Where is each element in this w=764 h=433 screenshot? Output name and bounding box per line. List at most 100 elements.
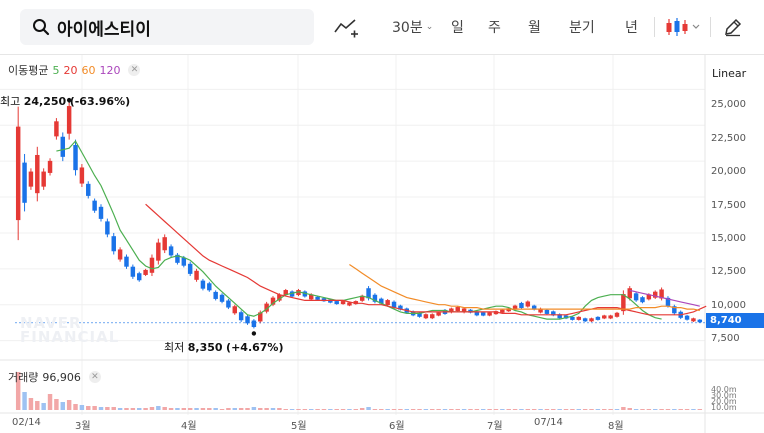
chart-toolbar: 30분 ⌄ 일 주 월 분기 년 — [0, 0, 764, 55]
pen-icon[interactable] — [722, 14, 744, 40]
candle-body — [385, 300, 390, 306]
volume-bar — [41, 403, 46, 410]
volume-bar — [213, 408, 218, 410]
volume-bar — [602, 409, 607, 410]
volume-bar — [347, 409, 352, 410]
volume-bar — [436, 409, 441, 410]
high-annotation: 최고 24,250 (-63.96%) — [0, 93, 130, 109]
volume-bar — [308, 409, 314, 410]
candle-body — [238, 312, 244, 321]
candle-body — [86, 183, 91, 196]
volume-bar — [576, 409, 582, 410]
moving-average-60 — [349, 264, 700, 312]
candle-body — [519, 302, 524, 308]
scale-mode-toggle[interactable]: Linear — [712, 67, 746, 80]
candle-body — [194, 270, 199, 280]
watermark-line2: FINANCIAL — [20, 328, 120, 346]
candle-body — [633, 293, 639, 301]
volume-bar — [633, 409, 639, 410]
volume-bar — [646, 409, 652, 410]
ma-legend-60[interactable]: 60 — [81, 64, 95, 77]
volume-bar — [238, 408, 244, 410]
volume-bar — [92, 406, 97, 410]
candle-body — [156, 242, 161, 261]
candle-body — [608, 315, 613, 319]
candle-type-button[interactable] — [665, 14, 701, 40]
candle-body — [627, 288, 632, 299]
high-label: 최고 — [0, 95, 21, 108]
volume-bar — [506, 409, 511, 410]
volume-bar — [404, 409, 410, 410]
volume-bar — [340, 409, 346, 410]
candle-type-icon — [666, 18, 700, 36]
candle-body — [41, 171, 46, 187]
volume-bar — [66, 400, 72, 410]
stock-search-box[interactable] — [20, 9, 314, 45]
volume-bar — [334, 409, 339, 410]
toolbar-divider — [654, 17, 655, 37]
volume-bar — [430, 409, 435, 410]
volume-bar — [277, 408, 282, 410]
volume-bar — [621, 407, 626, 410]
date-axis-tick: 02/14 — [12, 417, 41, 428]
period-tab-month[interactable]: 월 — [528, 17, 541, 37]
volume-bar — [531, 409, 537, 410]
interval-dropdown[interactable]: 30분 ⌄ — [392, 17, 433, 37]
candle-body — [487, 312, 492, 316]
period-tab-year[interactable]: 년 — [625, 17, 638, 37]
volume-bar — [86, 406, 91, 410]
volume-bar — [194, 408, 199, 410]
volume-bar — [73, 404, 78, 410]
volume-bar — [35, 401, 40, 410]
search-icon[interactable] — [31, 17, 51, 37]
volume-bar — [22, 392, 27, 410]
candle-body — [130, 266, 136, 277]
volume-bar — [697, 409, 703, 410]
candle-body — [595, 316, 601, 320]
volume-bar — [442, 409, 448, 410]
candle-body — [168, 246, 174, 256]
date-axis-tick: 4월 — [181, 421, 197, 432]
ma-legend-120[interactable]: 120 — [99, 64, 120, 77]
volume-bar — [500, 409, 505, 410]
volume-bar — [124, 408, 129, 410]
volume-bar — [136, 408, 142, 410]
candle-body — [576, 316, 582, 320]
volume-bar — [608, 409, 613, 410]
volume-bar — [391, 409, 397, 410]
ma-legend-20[interactable]: 20 — [63, 64, 77, 77]
stock-search-input[interactable] — [57, 17, 307, 37]
close-icon[interactable]: ✕ — [88, 371, 101, 383]
volume-bar — [162, 407, 167, 410]
candle-body — [347, 302, 352, 306]
interval-label: 30분 — [392, 20, 423, 36]
volume-bar — [563, 409, 569, 410]
candle-body — [480, 312, 486, 316]
volume-bar — [130, 408, 136, 410]
volume-bar — [245, 408, 250, 410]
volume-bar — [480, 409, 486, 410]
date-axis-tick: 3월 — [75, 421, 91, 432]
candle-body — [436, 312, 441, 316]
volume-bar — [659, 409, 664, 410]
ma-legend-5[interactable]: 5 — [52, 64, 59, 77]
period-tab-quarter[interactable]: 분기 — [569, 17, 595, 37]
candle-body — [136, 273, 142, 281]
volume-bar — [111, 407, 116, 410]
price-axis-tick: 15,000 — [711, 233, 746, 244]
period-tab-week[interactable]: 주 — [488, 17, 501, 37]
volume-bar — [117, 408, 123, 410]
volume-bar — [187, 408, 193, 410]
period-tab-day[interactable]: 일 — [451, 17, 464, 37]
drawing-tool-icon[interactable] — [332, 14, 360, 40]
volume-legend-title: 거래량 — [8, 371, 39, 384]
chevron-down-icon: ⌄ — [425, 22, 434, 32]
volume-bar — [538, 409, 543, 410]
volume-bar — [270, 408, 276, 410]
volume-bar — [557, 409, 562, 410]
candle-body — [54, 121, 59, 137]
price-chart[interactable] — [0, 55, 764, 433]
candle-body — [111, 236, 116, 252]
price-axis-tick: 25,000 — [711, 99, 746, 110]
close-icon[interactable]: ✕ — [128, 64, 141, 76]
